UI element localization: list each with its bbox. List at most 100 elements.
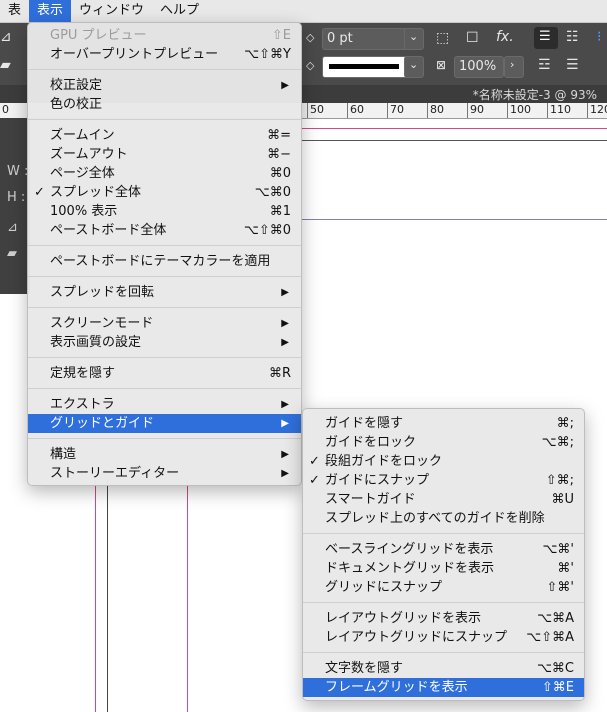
menu-item-screen-mode[interactable]: スクリーンモード ▶ (28, 314, 301, 333)
menu-item-display-performance[interactable]: 表示画質の設定 ▶ (28, 333, 301, 352)
shear-icon: ▰ (7, 246, 17, 261)
view-menu: GPU プレビュー ⇧E オーバープリントプレビュー ⌥⇧⌘Y 校正設定 ▶ 色… (27, 22, 302, 486)
stroke-style-dropdown[interactable]: ⌄ (404, 56, 424, 78)
opacity-value: 100% (459, 59, 497, 74)
document-title[interactable]: *名称未設定-3 @ 93% (473, 86, 597, 103)
menu-item-zoom-in[interactable]: ズームイン ⌘= (28, 126, 301, 145)
menu-item-proof-colors[interactable]: 色の校正 (28, 95, 301, 114)
menu-item-hide-rulers[interactable]: 定規を隠す ⌘R (28, 364, 301, 383)
menu-item-hide-character-count[interactable]: 文字数を隠す ⌥⌘C (303, 659, 584, 678)
menu-separator (28, 69, 301, 70)
menubar-item-help[interactable]: ヘルプ (152, 0, 207, 22)
menu-item-fit-page[interactable]: ページ全体 ⌘0 (28, 164, 301, 183)
chevron-down-icon: ⌄ (409, 58, 419, 71)
ruler-label: 100 (510, 103, 531, 116)
page-edge (107, 480, 108, 712)
stroke-style-preview (329, 64, 399, 69)
menu-separator (28, 119, 301, 120)
menu-separator (303, 602, 584, 603)
chevron-right-icon: › (510, 58, 515, 71)
shear-icon: ⊿ (0, 29, 12, 45)
checkmark-icon: ✓ (309, 473, 320, 488)
menu-separator (28, 307, 301, 308)
align-text-button[interactable]: ☰ (534, 27, 558, 49)
submenu-arrow-icon: ▶ (281, 80, 289, 91)
menu-separator (28, 357, 301, 358)
opacity-field[interactable]: 100% (454, 56, 504, 78)
ruler-label: 110 (550, 103, 571, 116)
margin-guide (187, 480, 188, 712)
menu-separator (303, 533, 584, 534)
submenu-arrow-icon: ▶ (281, 449, 289, 460)
menu-item-show-baseline-grid[interactable]: ベースライングリッドを表示 ⌥⌘' (303, 540, 584, 559)
stroke-weight-field[interactable]: 0 pt (322, 28, 408, 50)
menu-item-entire-pasteboard[interactable]: ペーストボード全体 ⌥⇧⌘0 (28, 221, 301, 240)
menu-separator (28, 388, 301, 389)
menu-separator (28, 438, 301, 439)
menu-item-zoom-out[interactable]: ズームアウト ⌘− (28, 145, 301, 164)
width-label: W : (7, 164, 29, 179)
submenu-arrow-icon: ▶ (281, 287, 289, 298)
menubar-item-view[interactable]: 表示 (29, 0, 72, 22)
stroke-stepper-icon[interactable]: ◇ (306, 31, 314, 44)
menu-separator (28, 245, 301, 246)
ruler-label: 60 (350, 103, 364, 116)
menu-item-snap-to-grid[interactable]: グリッドにスナップ ⇧⌘' (303, 578, 584, 597)
ruler-label: 70 (390, 103, 404, 116)
menu-item-delete-all-guides[interactable]: スプレッド上のすべてのガイドを削除 (303, 509, 584, 528)
menu-item-show-layout-grid[interactable]: レイアウトグリッドを表示 ⌥⌘A (303, 609, 584, 628)
fx-icon[interactable]: fx. (496, 29, 514, 45)
menu-item-gpu-preview[interactable]: GPU プレビュー ⇧E (28, 26, 301, 45)
menubar-item-window[interactable]: ウィンドウ (71, 0, 152, 22)
margin-guide (95, 480, 96, 712)
align-lines-icon: ☰ (539, 29, 551, 44)
menu-item-lock-guides[interactable]: ガイドをロック ⌥⌘; (303, 433, 584, 452)
submenu-arrow-icon: ▶ (281, 318, 289, 329)
menu-item-structure[interactable]: 構造 ▶ (28, 445, 301, 464)
vertical-align-icon[interactable]: ☲ (538, 57, 551, 73)
submenu-arrow-icon: ▶ (281, 337, 289, 348)
margin-guide (300, 128, 607, 129)
menubar-item-table[interactable]: 表 (0, 0, 29, 22)
menu-item-hide-guides[interactable]: ガイドを隠す ⌘; (303, 414, 584, 433)
menu-separator (303, 652, 584, 653)
menu-item-rotate-spread[interactable]: スプレッドを回転 ▶ (28, 283, 301, 302)
ruler-label: 0 (2, 103, 9, 116)
opacity-arrow-button[interactable]: › (504, 56, 524, 78)
menu-item-lock-column-guides[interactable]: ✓ 段組ガイドをロック (303, 452, 584, 471)
ruler-label: 90 (470, 103, 484, 116)
menu-item-grids-and-guides[interactable]: グリッドとガイド ▶ (28, 414, 301, 433)
angle-icon: ⊿ (7, 220, 18, 235)
justify-icon[interactable]: ☰ (566, 57, 579, 73)
menu-item-show-frame-grid[interactable]: フレームグリッドを表示 ⇧⌘E (303, 678, 584, 697)
frame-fitting-icon[interactable]: ⬚ (436, 30, 449, 46)
menu-item-pasteboard-theme-color[interactable]: ペーストボードにテーマカラーを適用 (28, 252, 301, 271)
chevron-down-icon: ⌄ (409, 30, 419, 43)
menu-item-show-document-grid[interactable]: ドキュメントグリッドを表示 ⌘' (303, 559, 584, 578)
page-edge (300, 140, 607, 141)
menu-item-fit-spread[interactable]: ✓ スプレッド全体 ⌥⌘0 (28, 183, 301, 202)
menu-item-snap-to-guides[interactable]: ✓ ガイドにスナップ ⇧⌘; (303, 471, 584, 490)
stroke-weight-dropdown[interactable]: ⌄ (404, 28, 424, 50)
menu-bar: 表 表示 ウィンドウ ヘルプ (0, 0, 607, 23)
menu-item-snap-to-layout-grid[interactable]: レイアウトグリッドにスナップ ⌥⇧⌘A (303, 628, 584, 647)
menu-item-actual-size[interactable]: 100% 表示 ⌘1 (28, 202, 301, 221)
submenu-arrow-icon: ▶ (281, 418, 289, 429)
height-label: H : (7, 190, 26, 205)
ruler-label: 80 (430, 103, 444, 116)
stroke-style-stepper-icon[interactable]: ◇ (306, 59, 314, 72)
align-right-icon[interactable]: ☷ (566, 29, 579, 45)
grid-select-icon[interactable]: ⁝ (597, 29, 601, 45)
menu-item-overprint-preview[interactable]: オーバープリントプレビュー ⌥⇧⌘Y (28, 45, 301, 64)
menu-separator (28, 276, 301, 277)
frame-box-icon[interactable]: ☐ (466, 30, 479, 46)
grids-and-guides-submenu: ガイドを隠す ⌘; ガイドをロック ⌥⌘; ✓ 段組ガイドをロック ✓ ガイドに… (302, 408, 585, 701)
menu-item-story-editor[interactable]: ストーリーエディター ▶ (28, 464, 301, 483)
menu-item-smart-guides[interactable]: スマートガイド ⌘U (303, 490, 584, 509)
ruler-label: 50 (310, 103, 324, 116)
stroke-style-field[interactable] (322, 56, 408, 78)
checkmark-icon: ✓ (309, 454, 320, 469)
transform-side-panel: W : H : ⊿ ▰ (0, 118, 30, 294)
menu-item-extras[interactable]: エクストラ ▶ (28, 395, 301, 414)
menu-item-proof-setup[interactable]: 校正設定 ▶ (28, 76, 301, 95)
